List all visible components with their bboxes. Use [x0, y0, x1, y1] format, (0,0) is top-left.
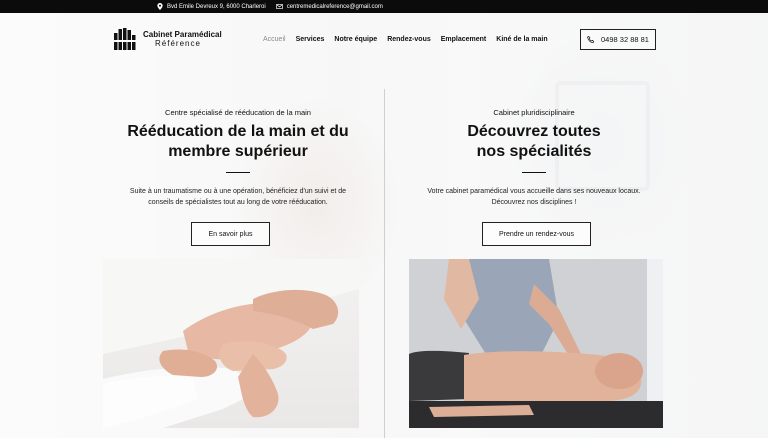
section-title: Découvrez toutes nos spécialités: [467, 123, 601, 160]
top-contact-bar: Bvd Emile Devreux 9, 6000 Charleroi cent…: [0, 0, 768, 13]
phone-number: 0498 32 88 81: [601, 35, 649, 44]
hand-logo-icon: [114, 28, 136, 50]
back-massage-photo: [409, 259, 663, 428]
title-underline: [226, 172, 250, 173]
email-link[interactable]: centremedicalreference@gmail.com: [287, 4, 383, 10]
nav-services[interactable]: Services: [296, 36, 325, 43]
section-description: Votre cabinet paramédical vous accueille…: [427, 188, 641, 206]
logo-line-1: Cabinet Paramédical: [143, 30, 222, 39]
address-text: Bvd Emile Devreux 9, 6000 Charleroi: [167, 3, 266, 10]
site-logo[interactable]: Cabinet Paramédical Référence: [113, 27, 222, 51]
phone-button[interactable]: 0498 32 88 81: [580, 29, 656, 50]
section-description: Suite à un traumatisme ou à une opératio…: [129, 188, 347, 206]
learn-more-button[interactable]: En savoir plus: [191, 222, 270, 246]
nav-accueil[interactable]: Accueil: [263, 36, 286, 43]
location-pin-icon: [157, 3, 163, 10]
nav-emplacement[interactable]: Emplacement: [441, 36, 487, 43]
main-nav: Accueil Services Notre équipe Rendez-vou…: [263, 36, 548, 43]
envelope-icon: [275, 4, 283, 9]
section-title: Rééducation de la main et du membre supé…: [127, 123, 349, 160]
title-underline: [522, 172, 546, 173]
section-eyebrow: Centre spécialisé de rééducation de la m…: [165, 108, 311, 117]
email-item[interactable]: centremedicalreference@gmail.com: [275, 4, 383, 10]
phone-icon: [587, 35, 595, 43]
nav-kine-de-la-main[interactable]: Kiné de la main: [496, 36, 547, 43]
hand-therapy-photo: [103, 259, 359, 428]
book-appointment-button[interactable]: Prendre un rendez-vous: [482, 222, 591, 246]
nav-notre-equipe[interactable]: Notre équipe: [334, 36, 377, 43]
address-item: Bvd Emile Devreux 9, 6000 Charleroi: [157, 3, 266, 10]
logo-line-2: Référence: [155, 39, 201, 48]
section-eyebrow: Cabinet pluridisciplinaire: [493, 108, 575, 117]
nav-rendez-vous[interactable]: Rendez-vous: [387, 36, 431, 43]
